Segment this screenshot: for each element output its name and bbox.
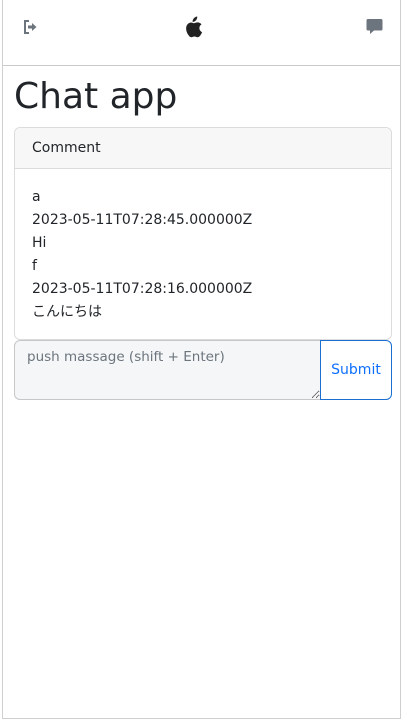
message-input[interactable] (14, 340, 321, 400)
comment-icon[interactable] (366, 18, 383, 35)
message-item: a 2023-05-11T07:28:45.000000Z Hi (32, 186, 374, 255)
app-frame: Chat app Comment a 2023-05-11T07:28:45.0… (2, 0, 401, 719)
message-user: a (32, 189, 41, 205)
top-navbar (3, 0, 400, 66)
submit-button[interactable]: Submit (320, 340, 392, 400)
page-title: Chat app (14, 76, 178, 117)
message-timestamp: 2023-05-11T07:28:45.000000Z (32, 212, 253, 228)
comment-card-header: Comment (15, 128, 391, 169)
message-user: f (32, 258, 37, 274)
comment-card: Comment a 2023-05-11T07:28:45.000000Z Hi… (14, 127, 392, 340)
message-text: こんにちは (32, 304, 102, 320)
composer: Submit (14, 340, 392, 400)
message-text: Hi (32, 235, 47, 251)
message-timestamp: 2023-05-11T07:28:16.000000Z (32, 281, 253, 297)
message-item: f 2023-05-11T07:28:16.000000Z こんにちは (32, 255, 374, 324)
comment-list: a 2023-05-11T07:28:45.000000Z Hi f 2023-… (15, 169, 391, 324)
apple-icon[interactable] (184, 16, 204, 38)
logout-icon[interactable] (22, 18, 40, 36)
